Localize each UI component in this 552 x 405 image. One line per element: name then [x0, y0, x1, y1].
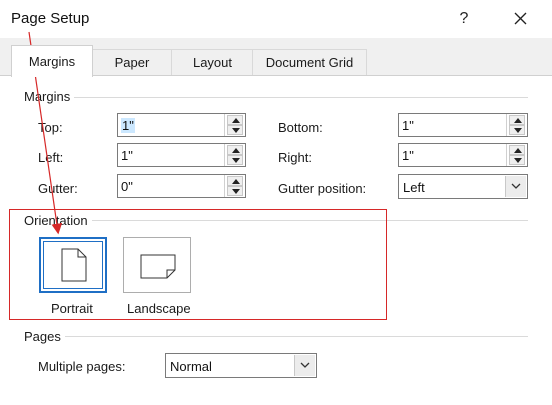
- right-margin-arrows: [506, 144, 527, 166]
- bottom-margin-label: Bottom:: [278, 120, 323, 135]
- landscape-label: Landscape: [127, 301, 191, 316]
- help-button[interactable]: ?: [449, 5, 479, 33]
- portrait-page-icon: [61, 248, 87, 282]
- bottom-margin-arrows: [506, 114, 527, 136]
- orientation-group-label: Orientation: [24, 213, 92, 228]
- gutter-value: 0": [121, 179, 133, 194]
- gutter-spinner[interactable]: 0": [117, 174, 246, 198]
- multiple-pages-label: Multiple pages:: [38, 359, 126, 374]
- right-margin-spinner[interactable]: 1": [398, 143, 528, 167]
- triangle-down-icon: [232, 189, 240, 194]
- multiple-pages-select[interactable]: Normal: [165, 353, 317, 378]
- top-margin-spinner[interactable]: 1": [117, 113, 246, 137]
- gutter-arrows: [224, 175, 245, 197]
- gutter-label: Gutter:: [38, 181, 78, 196]
- close-button[interactable]: [505, 5, 535, 33]
- left-margin-spinner[interactable]: 1": [117, 143, 246, 167]
- page-setup-dialog: Page Setup ? Margins Paper Layout Docume…: [0, 0, 552, 405]
- margins-group-label: Margins: [24, 89, 75, 104]
- triangle-down-icon: [232, 158, 240, 163]
- left-margin-increment[interactable]: [227, 145, 243, 155]
- triangle-up-icon: [514, 148, 522, 153]
- gutter-position-dropdown-button[interactable]: [505, 176, 526, 197]
- orientation-group-divider: [24, 220, 528, 221]
- gutter-increment[interactable]: [227, 176, 243, 186]
- top-margin-value: 1": [121, 118, 135, 133]
- triangle-up-icon: [232, 148, 240, 153]
- dialog-title: Page Setup: [11, 10, 90, 27]
- multiple-pages-dropdown-button[interactable]: [294, 355, 315, 376]
- portrait-button[interactable]: [39, 237, 107, 293]
- chevron-down-icon: [300, 362, 310, 368]
- gutter-position-label: Gutter position:: [278, 181, 367, 196]
- portrait-label: Portrait: [51, 301, 93, 316]
- top-margin-increment[interactable]: [227, 115, 243, 125]
- margins-group-divider: [24, 97, 528, 98]
- chevron-down-icon: [511, 183, 521, 189]
- left-margin-label: Left:: [38, 150, 64, 165]
- right-margin-value: 1": [402, 148, 414, 163]
- bottom-margin-value: 1": [402, 118, 414, 133]
- triangle-down-icon: [514, 158, 522, 163]
- left-margin-value: 1": [121, 148, 133, 163]
- right-margin-increment[interactable]: [509, 145, 525, 155]
- close-icon: [514, 12, 527, 25]
- left-margin-decrement[interactable]: [227, 155, 243, 165]
- landscape-page-icon: [140, 254, 176, 279]
- top-margin-decrement[interactable]: [227, 125, 243, 135]
- top-margin-label: Top:: [38, 120, 63, 135]
- triangle-down-icon: [514, 128, 522, 133]
- pages-group-label: Pages: [24, 329, 65, 344]
- tab-margins[interactable]: Margins: [11, 45, 93, 77]
- top-margin-arrows: [224, 114, 245, 136]
- triangle-up-icon: [514, 118, 522, 123]
- landscape-button[interactable]: [123, 237, 191, 293]
- bottom-margin-increment[interactable]: [509, 115, 525, 125]
- tab-document-grid[interactable]: Document Grid: [252, 49, 367, 76]
- pages-group-divider: [24, 336, 528, 337]
- bottom-margin-spinner[interactable]: 1": [398, 113, 528, 137]
- tab-layout[interactable]: Layout: [171, 49, 254, 76]
- title-bar: Page Setup ?: [0, 0, 552, 38]
- gutter-position-value: Left: [403, 180, 425, 195]
- bottom-margin-decrement[interactable]: [509, 125, 525, 135]
- multiple-pages-value: Normal: [170, 359, 212, 374]
- left-margin-arrows: [224, 144, 245, 166]
- tab-paper[interactable]: Paper: [91, 49, 173, 76]
- triangle-down-icon: [232, 128, 240, 133]
- right-margin-decrement[interactable]: [509, 155, 525, 165]
- gutter-position-select[interactable]: Left: [398, 174, 528, 199]
- gutter-decrement[interactable]: [227, 186, 243, 196]
- triangle-up-icon: [232, 179, 240, 184]
- right-margin-label: Right:: [278, 150, 312, 165]
- triangle-up-icon: [232, 118, 240, 123]
